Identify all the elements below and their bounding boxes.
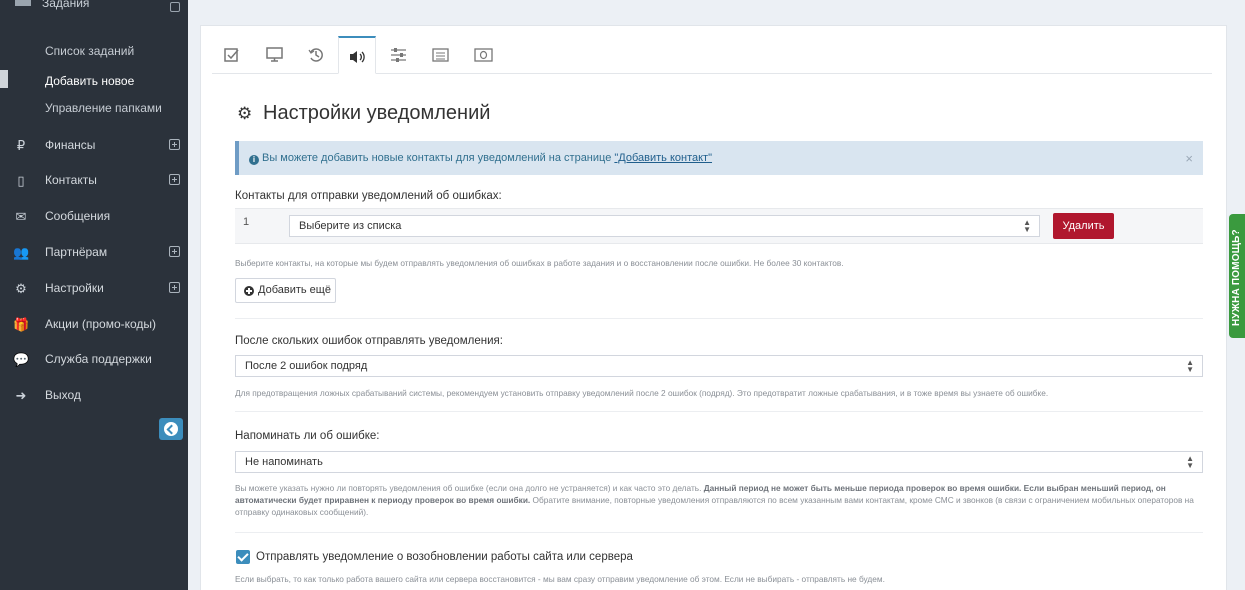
submenu-item-add-new[interactable]: Добавить новое [45, 74, 134, 88]
tab-history[interactable] [298, 36, 336, 74]
expand-icon[interactable] [169, 139, 180, 150]
help-tab-button[interactable]: НУЖНА ПОМОЩЬ? [1229, 214, 1245, 338]
history-icon [308, 48, 323, 62]
errors-threshold-label: После скольких ошибок отправлять уведомл… [235, 335, 503, 347]
remind-label: Напоминать ли об ошибке: [235, 430, 380, 442]
errors-threshold-help: Для предотвращения ложных срабатываний с… [235, 388, 1049, 398]
select-arrows-icon: ▲ ▼ [1023, 218, 1031, 234]
alert-text: Вы можете добавить новые контакты для ув… [262, 152, 615, 164]
recovery-label[interactable]: Отправлять уведомление о возобновлении р… [256, 551, 633, 563]
sidebar-item-messages[interactable]: ✉ Сообщения [0, 200, 188, 234]
collapse-toggle-icon[interactable] [170, 2, 180, 12]
users-icon: 👥 [13, 245, 30, 260]
sidebar-item-tasks[interactable]: Задания [0, 0, 188, 20]
remind-select[interactable]: Не напоминать ▲ ▼ [235, 451, 1203, 473]
plus-circle-icon [244, 286, 254, 296]
delete-button[interactable]: Удалить [1053, 213, 1114, 239]
monitor-icon [266, 47, 283, 62]
sidebar-item-label: Настройки [45, 281, 104, 295]
select-arrows-icon: ▲ ▼ [1186, 454, 1194, 470]
info-alert: i Вы можете добавить новые контакты для у… [235, 141, 1203, 175]
tab-monitor[interactable] [256, 36, 294, 74]
add-more-button[interactable]: Добавить ещё [235, 278, 336, 303]
sidebar-item-logout[interactable]: ➜ Выход [0, 379, 188, 413]
divider [235, 532, 1203, 533]
list-icon [432, 48, 449, 62]
envelope-icon: ✉ [15, 209, 27, 224]
contacts-label: Контакты для отправки уведомлений об оши… [235, 190, 502, 202]
select-arrows-icon: ▲ ▼ [1186, 358, 1194, 374]
sidebar-item-settings[interactable]: ⚙ Настройки [0, 272, 188, 306]
tab-list[interactable] [422, 36, 460, 74]
tab-general[interactable] [214, 36, 252, 74]
money-icon [474, 48, 493, 62]
sidebar-item-support[interactable]: 💬 Служба поддержки [0, 343, 188, 377]
sidebar-item-finance[interactable]: ₽ Финансы [0, 129, 188, 163]
expand-icon[interactable] [169, 246, 180, 257]
checkbox-icon [224, 48, 239, 62]
gear-icon: ⚙ [15, 281, 27, 296]
tasks-icon [15, 0, 31, 6]
sidebar-item-label: Задания [42, 0, 90, 10]
phone-icon: ▯ [17, 173, 25, 188]
sign-out-icon: ➜ [15, 388, 27, 403]
submenu-item-task-list[interactable]: Список заданий [45, 44, 134, 58]
sidebar-item-label: Акции (промо-коды) [45, 317, 157, 331]
sidebar-item-label: Сообщения [45, 209, 111, 223]
info-icon: i [249, 155, 259, 165]
sidebar-item-label: Выход [45, 388, 81, 402]
sidebar: Задания Список заданий Добавить новое Уп… [0, 0, 188, 590]
sidebar-item-label: Контакты [45, 173, 97, 187]
gear-icon: ⚙ [237, 104, 253, 123]
remind-help: Вы можете указать нужно ли повторять уве… [235, 483, 1194, 517]
active-indicator [0, 70, 8, 88]
recovery-checkbox[interactable] [236, 550, 250, 564]
sidebar-item-label: Финансы [45, 138, 96, 152]
sidebar-item-promo[interactable]: 🎁 Акции (промо-коды) [0, 308, 188, 342]
errors-threshold-select[interactable]: После 2 ошибок подряд ▲ ▼ [235, 355, 1203, 377]
divider [235, 411, 1203, 412]
row-number: 1 [243, 216, 250, 228]
tab-notifications[interactable] [338, 36, 376, 74]
settings-tabs [212, 36, 1212, 74]
page-title: ⚙ Настройки уведомлений [237, 102, 491, 124]
gift-icon: 🎁 [13, 317, 30, 332]
contact-select[interactable]: Выберите из списка ▲ ▼ [289, 215, 1040, 237]
sidebar-collapse-button[interactable] [159, 418, 183, 440]
divider [235, 318, 1203, 319]
help-tab-label: НУЖНА ПОМОЩЬ? [1231, 229, 1242, 326]
sidebar-item-label: Служба поддержки [45, 352, 152, 366]
sidebar-item-partners[interactable]: 👥 Партнёрам [0, 236, 188, 270]
ruble-icon: ₽ [16, 138, 26, 153]
comments-icon: 💬 [13, 352, 30, 367]
contacts-help: Выберите контакты, на которые мы будем о… [235, 258, 844, 268]
expand-icon[interactable] [169, 282, 180, 293]
close-icon[interactable]: × [1185, 151, 1193, 166]
add-contact-link[interactable]: "Добавить контакт" [614, 152, 712, 164]
sliders-icon [391, 48, 406, 62]
tab-filters[interactable] [380, 36, 418, 74]
arrow-left-circle-icon [164, 422, 178, 436]
volume-icon [350, 51, 365, 63]
sidebar-item-contacts[interactable]: ▯ Контакты [0, 164, 188, 198]
recovery-help: Если выбрать, то как только работа вашег… [235, 574, 885, 584]
submenu-item-manage-folders[interactable]: Управление папками [45, 101, 162, 115]
sidebar-item-label: Партнёрам [45, 245, 108, 259]
expand-icon[interactable] [169, 174, 180, 185]
tab-billing[interactable] [464, 36, 502, 74]
